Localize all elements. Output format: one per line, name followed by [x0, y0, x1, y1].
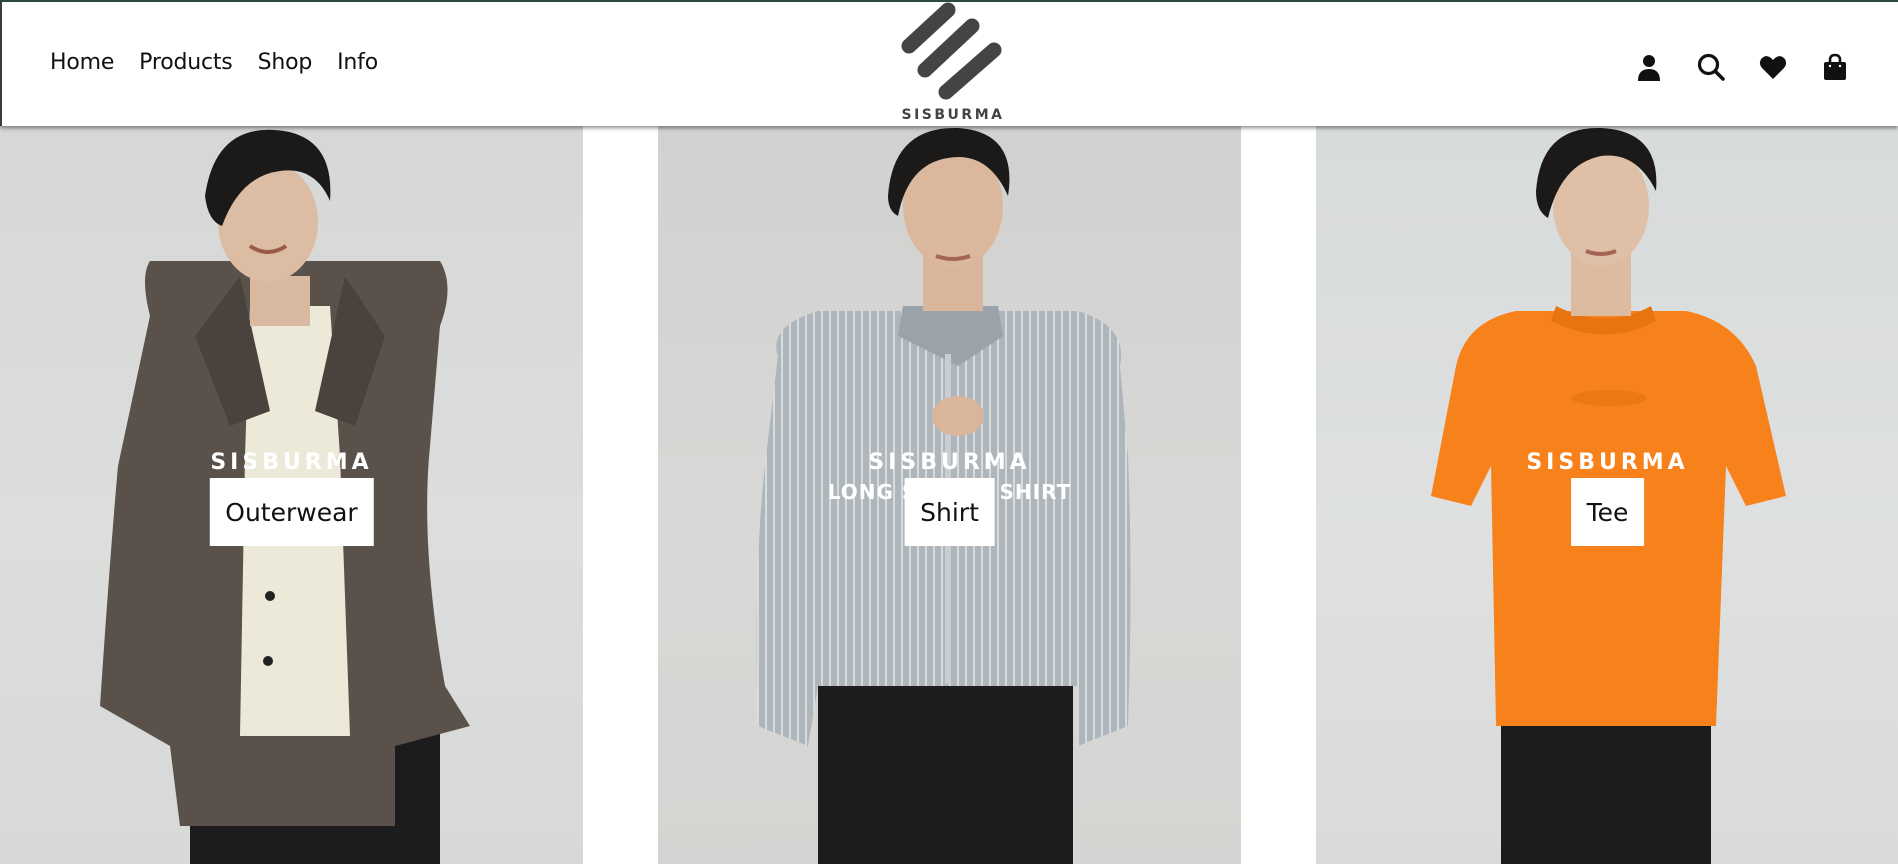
category-label-outerwear[interactable]: Outerwear: [209, 478, 374, 546]
shopping-bag-icon[interactable]: [1820, 52, 1850, 82]
nav-home[interactable]: Home: [50, 50, 114, 75]
category-label-shirt[interactable]: Shirt: [904, 478, 995, 546]
category-card-tee[interactable]: SISBURMA T Tee: [1316, 126, 1898, 864]
brand-overlay-text: SISBURMA: [210, 450, 373, 475]
logo-icon: [901, 2, 1002, 100]
main-nav: Home Products Shop Info: [50, 50, 403, 75]
user-icon[interactable]: [1634, 52, 1664, 82]
logo-text: SISBURMA: [901, 107, 1005, 123]
category-card-shirt[interactable]: SISBURMA LONG SLEEVE SHIRT Shirt: [658, 126, 1241, 864]
brand-overlay-text: SISBURMA: [868, 450, 1031, 475]
search-icon[interactable]: [1696, 52, 1726, 82]
nav-products[interactable]: Products: [139, 50, 233, 75]
category-card-outerwear[interactable]: SISBURMA T Outerwear: [0, 126, 583, 864]
site-header: Home Products Shop Info SISBURMA: [0, 2, 1898, 126]
brand-overlay-text: SISBURMA: [1526, 450, 1689, 475]
header-actions: [1602, 52, 1850, 82]
category-label-tee[interactable]: Tee: [1570, 478, 1645, 546]
heart-icon[interactable]: [1758, 52, 1788, 82]
brand-logo[interactable]: SISBURMA: [900, 2, 1006, 126]
nav-info[interactable]: Info: [337, 50, 378, 75]
nav-shop[interactable]: Shop: [258, 50, 313, 75]
